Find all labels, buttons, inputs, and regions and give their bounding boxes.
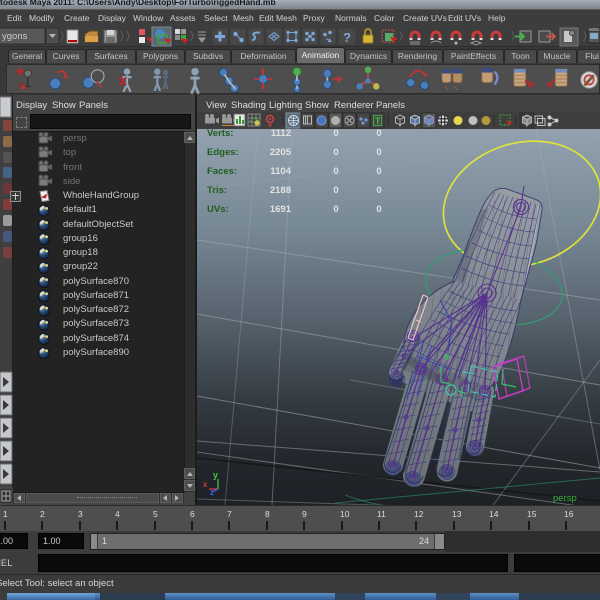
svg-text:1104: 1104 bbox=[270, 166, 291, 177]
svg-text:0: 0 bbox=[333, 147, 338, 158]
svg-text:0: 0 bbox=[376, 204, 381, 215]
svg-text:0: 0 bbox=[376, 147, 381, 158]
svg-text:Faces:: Faces: bbox=[207, 166, 237, 177]
svg-text:0: 0 bbox=[333, 204, 338, 215]
svg-text:x: x bbox=[203, 480, 208, 489]
svg-text:0: 0 bbox=[376, 129, 381, 139]
svg-text:y: y bbox=[213, 470, 218, 480]
svg-text:2205: 2205 bbox=[270, 147, 292, 158]
svg-text:UVs:: UVs: bbox=[207, 204, 229, 215]
svg-text:Edges:: Edges: bbox=[207, 147, 239, 158]
svg-text:?: ? bbox=[343, 30, 351, 45]
svg-text:1112: 1112 bbox=[271, 129, 291, 139]
svg-text:ygons: ygons bbox=[2, 31, 28, 42]
svg-text:0: 0 bbox=[333, 185, 338, 196]
svg-text:2188: 2188 bbox=[270, 185, 291, 196]
svg-text:Verts:: Verts: bbox=[207, 129, 233, 139]
svg-text:z: z bbox=[210, 488, 214, 497]
svg-text:persp: persp bbox=[553, 493, 577, 504]
svg-text:1691: 1691 bbox=[270, 204, 292, 215]
svg-text:T: T bbox=[375, 116, 381, 126]
svg-text:0: 0 bbox=[333, 166, 338, 177]
svg-text:0: 0 bbox=[376, 185, 381, 196]
svg-text:0: 0 bbox=[333, 129, 338, 139]
svg-text:0: 0 bbox=[376, 166, 381, 177]
svg-text:Tris:: Tris: bbox=[207, 185, 227, 196]
